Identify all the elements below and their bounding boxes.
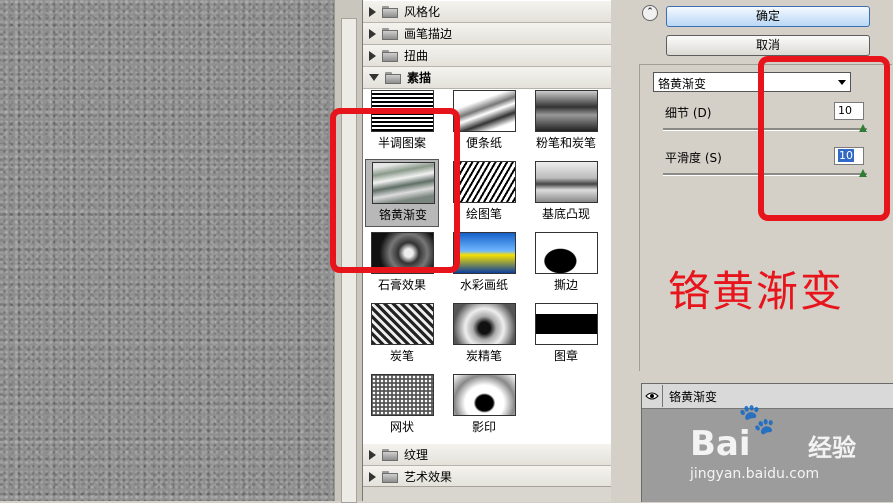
triangle-right-icon[interactable]: [369, 28, 376, 39]
filter-thumbnail-image[interactable]: [535, 303, 598, 345]
filter-thumbnail[interactable]: 基底凸现: [529, 159, 603, 227]
annotation-text: 铬黄渐变: [668, 267, 845, 316]
watermark-brand-cn: 经验: [808, 434, 856, 462]
filter-select-value: 铬黄渐变: [658, 77, 707, 91]
paw-icon: 🐾: [738, 402, 776, 437]
filter-thumbnail-image[interactable]: [371, 303, 434, 345]
cancel-button[interactable]: 取消: [666, 35, 870, 56]
filter-thumbnail[interactable]: 粉笔和炭笔: [529, 88, 603, 156]
filter-category-3[interactable]: 素描: [363, 67, 611, 89]
collapse-icon[interactable]: ⌃: [642, 5, 658, 21]
param-label: 细节 (D): [665, 106, 712, 120]
filter-category-2[interactable]: 扭曲: [363, 45, 611, 67]
filter-category-label: 纹理: [404, 448, 429, 462]
filter-thumbnail-image[interactable]: [453, 161, 516, 203]
annotation-circle-params: [758, 56, 890, 221]
triangle-down-icon[interactable]: [369, 74, 379, 81]
filter-thumbnail-image[interactable]: [371, 374, 434, 416]
filter-category-1[interactable]: 画笔描边: [363, 23, 611, 45]
filter-thumbnail-image[interactable]: [535, 161, 598, 203]
triangle-right-icon[interactable]: [369, 471, 376, 482]
filter-category-label: 画笔描边: [404, 27, 453, 41]
filter-category-bottom-0[interactable]: 纹理: [363, 444, 611, 466]
filter-category-0[interactable]: 风格化: [363, 1, 611, 23]
folder-icon: [382, 5, 398, 18]
filter-thumbnail-label: 图章: [553, 349, 578, 363]
watermark-url: jingyan.baidu.com: [690, 466, 820, 482]
filter-thumbnail-label: 影印: [471, 420, 496, 434]
filter-thumbnail-label: 网状: [389, 420, 414, 434]
triangle-right-icon[interactable]: [369, 50, 376, 61]
filter-thumbnail-image[interactable]: [453, 374, 516, 416]
baidu-watermark: Bai 🐾 经验 jingyan.baidu.com: [690, 402, 890, 497]
filter-thumbnail[interactable]: 炭笔: [365, 301, 439, 369]
filter-thumbnail-label: 炭精笔: [465, 349, 502, 363]
annotation-circle-thumbnail: [330, 108, 460, 273]
filter-category-label: 素描: [407, 71, 432, 85]
filter-category-bottom-1[interactable]: 艺术效果: [363, 466, 611, 488]
filter-thumbnail-image[interactable]: [535, 90, 598, 132]
folder-icon: [382, 27, 398, 40]
folder-icon: [382, 49, 398, 62]
filter-category-label: 风格化: [404, 5, 441, 19]
filter-thumbnail-image[interactable]: [453, 232, 516, 274]
filter-thumbnail[interactable]: 撕边: [529, 230, 603, 298]
preview-canvas[interactable]: [0, 0, 334, 501]
filter-thumbnail[interactable]: 影印: [447, 372, 521, 440]
eye-icon[interactable]: [642, 385, 663, 407]
filter-thumbnail-image[interactable]: [453, 90, 516, 132]
filter-thumbnail-label: 粉笔和炭笔: [535, 136, 596, 150]
filter-thumbnail-label: 撕边: [553, 278, 578, 292]
filter-thumbnail-label: 石膏效果: [377, 278, 426, 292]
triangle-right-icon[interactable]: [369, 6, 376, 17]
filter-thumbnail[interactable]: 网状: [365, 372, 439, 440]
filter-thumbnail-label: 水彩画纸: [459, 278, 508, 292]
filter-thumbnail-image[interactable]: [453, 303, 516, 345]
ok-button[interactable]: 确定: [666, 6, 870, 27]
filter-list-scrollbar[interactable]: [363, 486, 611, 502]
folder-icon: [385, 71, 401, 84]
filter-thumbnail-label: 炭笔: [389, 349, 414, 363]
triangle-right-icon[interactable]: [369, 449, 376, 460]
param-label: 平滑度 (S): [665, 151, 722, 165]
filter-thumbnail-image[interactable]: [535, 232, 598, 274]
filter-thumbnail[interactable]: 炭精笔: [447, 301, 521, 369]
filter-category-label: 艺术效果: [404, 470, 453, 484]
filter-category-label: 扭曲: [404, 49, 429, 63]
filter-thumbnail-label: 基底凸现: [541, 207, 590, 221]
folder-icon: [382, 448, 398, 461]
filter-thumbnail[interactable]: 图章: [529, 301, 603, 369]
folder-icon: [382, 470, 398, 483]
